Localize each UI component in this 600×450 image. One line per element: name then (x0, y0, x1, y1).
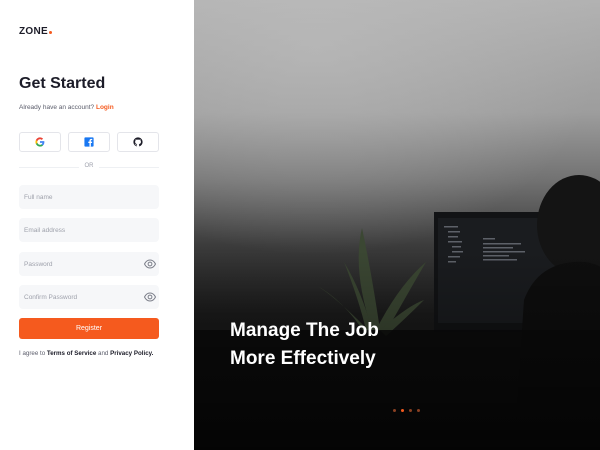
full-name-field (19, 185, 159, 209)
full-name-input[interactable] (19, 185, 159, 209)
register-button[interactable]: Register (19, 318, 159, 339)
hero-headline-line-2: More Effectively (230, 348, 376, 369)
carousel-dot[interactable] (417, 409, 420, 412)
brand-dot (48, 31, 52, 34)
or-divider: OR (19, 163, 159, 169)
terms-and: and (98, 350, 109, 357)
google-icon (35, 137, 45, 147)
facebook-icon (84, 137, 94, 147)
password-input[interactable] (19, 252, 159, 276)
privacy-policy-link[interactable]: Privacy Policy. (110, 350, 153, 357)
eye-icon[interactable] (144, 259, 156, 269)
carousel-dot[interactable] (393, 409, 396, 412)
facebook-signup-button[interactable] (68, 132, 110, 152)
divider-text: OR (84, 163, 94, 169)
carousel-dot[interactable] (409, 409, 412, 412)
password-field (19, 252, 159, 276)
terms-of-service-link[interactable]: Terms of Service (47, 350, 96, 357)
hero-headline-line-1: Manage The Job (230, 320, 379, 341)
terms-text: I agree to Terms of Service and Privacy … (19, 350, 153, 357)
signup-panel: ZONE Get Started Already have an account… (0, 0, 194, 450)
github-signup-button[interactable] (117, 132, 159, 152)
hero-panel: Manage The Job More Effectively (194, 0, 600, 450)
brand-name: ZONE (19, 26, 48, 37)
brand-logo[interactable]: ZONE (19, 26, 52, 37)
login-prompt: Already have an account? Login (19, 104, 114, 111)
divider-line-right (99, 167, 159, 168)
email-input[interactable] (19, 218, 159, 242)
google-signup-button[interactable] (19, 132, 61, 152)
carousel-dot-active[interactable] (401, 409, 404, 412)
github-icon (133, 137, 143, 147)
terms-prefix: I agree to (19, 350, 46, 357)
hero-background-image (194, 0, 600, 450)
confirm-password-input[interactable] (19, 285, 159, 309)
login-prompt-text: Already have an account? (19, 104, 95, 111)
page-title: Get Started (19, 75, 106, 92)
confirm-password-field (19, 285, 159, 309)
eye-icon[interactable] (144, 292, 156, 302)
carousel-indicators (393, 409, 420, 412)
hero-headline: Manage The Job More Effectively (230, 317, 379, 373)
login-link[interactable]: Login (96, 104, 114, 111)
email-field (19, 218, 159, 242)
